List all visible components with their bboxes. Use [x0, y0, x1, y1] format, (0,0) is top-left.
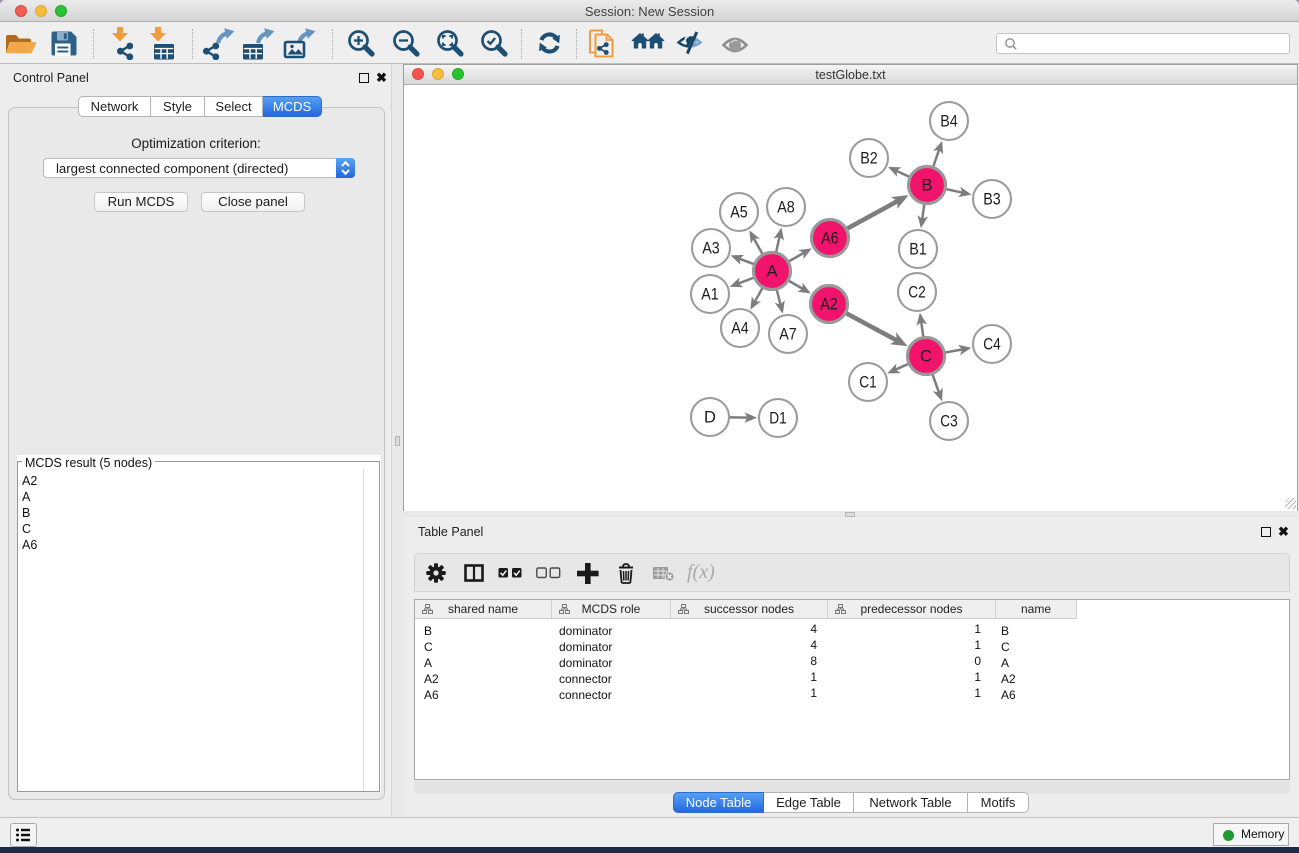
svg-text:B4: B4 [940, 113, 958, 131]
svg-text:C: C [920, 348, 932, 366]
svg-text:A4: A4 [731, 320, 749, 338]
svg-text:D: D [704, 409, 716, 427]
svg-text:A2: A2 [820, 296, 838, 314]
svg-text:A6: A6 [821, 230, 839, 248]
svg-text:A7: A7 [779, 326, 797, 344]
svg-text:C1: C1 [859, 374, 877, 392]
svg-text:B: B [921, 177, 932, 195]
svg-text:A1: A1 [701, 286, 719, 304]
svg-text:B1: B1 [909, 241, 927, 259]
svg-text:C3: C3 [940, 413, 958, 431]
svg-text:A8: A8 [777, 199, 795, 217]
svg-text:C2: C2 [908, 284, 926, 302]
svg-text:A3: A3 [702, 240, 720, 258]
svg-text:C4: C4 [983, 336, 1001, 354]
svg-text:B3: B3 [983, 191, 1001, 209]
svg-text:A5: A5 [730, 204, 748, 222]
svg-text:A: A [766, 263, 777, 281]
svg-text:D1: D1 [769, 410, 787, 428]
svg-text:B2: B2 [860, 150, 878, 168]
